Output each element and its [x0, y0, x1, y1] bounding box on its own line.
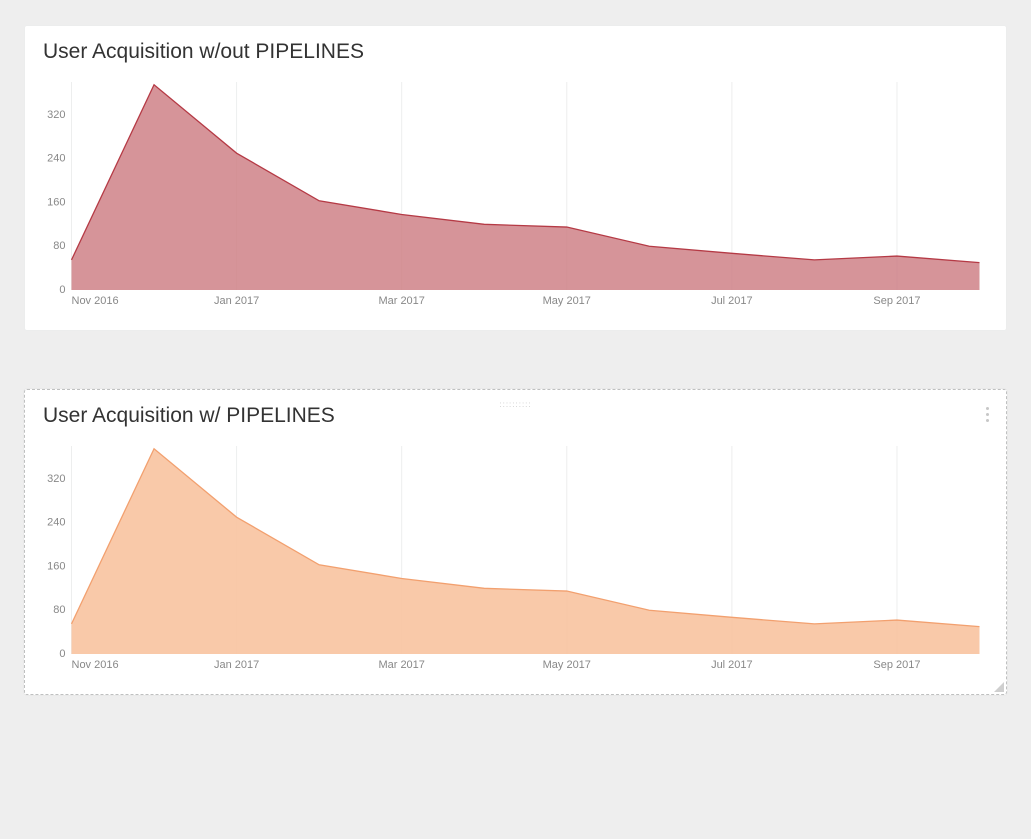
chart-area[interactable]: 0 80 160 240 320 Nov 2016 Jan 2017 Mar 2017 May … — [43, 436, 988, 676]
x-tick-label: Jan 2017 — [214, 295, 259, 307]
x-tick-label: Jan 2017 — [214, 659, 259, 671]
chart-panel-without-pipelines: User Acquisition w/out PIPELINES 0 80 160 2… — [24, 25, 1007, 331]
y-tick-label: 0 — [59, 284, 65, 296]
chart-panel-with-pipelines: :::::::::: User Acquisition w/ PIPELINES… — [24, 389, 1007, 695]
x-tick-label: Mar 2017 — [378, 295, 424, 307]
panel-title: User Acquisition w/out PIPELINES — [43, 26, 988, 72]
y-tick-label: 0 — [59, 648, 65, 660]
x-tick-label: Jul 2017 — [711, 295, 753, 307]
y-tick-label: 320 — [47, 109, 65, 121]
x-tick-label: Nov 2016 — [72, 659, 119, 671]
x-tick-label: May 2017 — [543, 659, 591, 671]
panel-menu-button[interactable] — [980, 402, 994, 426]
x-tick-label: Jul 2017 — [711, 659, 753, 671]
drag-handle-icon[interactable]: :::::::::: — [499, 400, 531, 409]
resize-handle-icon[interactable] — [994, 682, 1004, 692]
x-tick-label: Sep 2017 — [873, 295, 920, 307]
y-tick-label: 160 — [47, 196, 65, 208]
x-tick-label: Nov 2016 — [72, 295, 119, 307]
chart-area[interactable]: 0 80 160 240 320 Nov 2016 Jan 2017 Mar 2017 May … — [43, 72, 988, 312]
y-tick-label: 80 — [53, 240, 65, 252]
y-tick-label: 240 — [47, 517, 65, 529]
panel-title: User Acquisition w/ PIPELINES — [43, 390, 988, 436]
x-tick-label: May 2017 — [543, 295, 591, 307]
y-tick-label: 160 — [47, 560, 65, 572]
x-tick-label: Sep 2017 — [873, 659, 920, 671]
y-tick-label: 320 — [47, 473, 65, 485]
y-tick-label: 80 — [53, 604, 65, 616]
y-tick-label: 240 — [47, 153, 65, 165]
x-tick-label: Mar 2017 — [378, 659, 424, 671]
